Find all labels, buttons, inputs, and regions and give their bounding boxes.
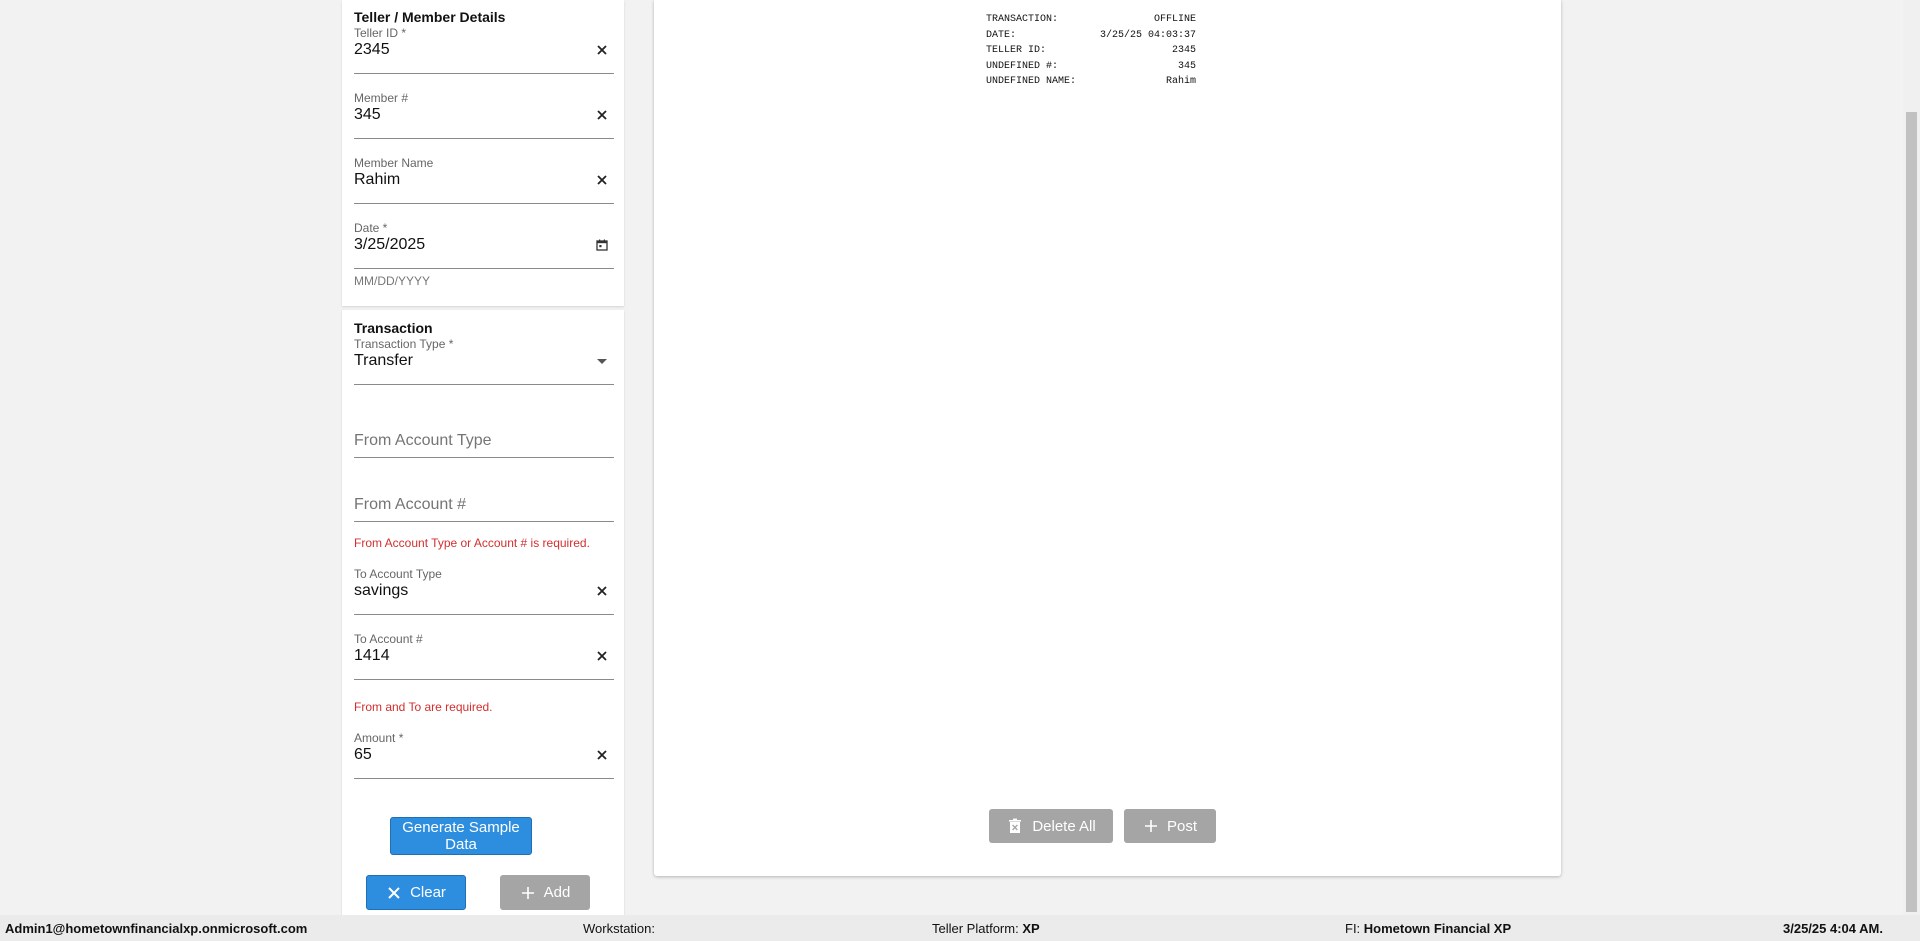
dropdown-arrow-icon[interactable] xyxy=(594,353,610,369)
delete-all-button[interactable]: Delete All xyxy=(989,809,1113,843)
clear-icon[interactable] xyxy=(594,648,610,664)
transaction-type-select[interactable]: Transaction Type * Transfer xyxy=(354,337,614,385)
clear-icon[interactable] xyxy=(594,107,610,123)
to-account-number-field[interactable]: To Account # 1414 xyxy=(354,632,614,680)
receipt-row: UNDEFINED #: 345 xyxy=(986,59,1196,75)
teller-id-label: Teller ID * xyxy=(354,26,407,40)
scrollbar-thumb[interactable] xyxy=(1906,112,1917,912)
transaction-type-label: Transaction Type * xyxy=(354,337,454,351)
delete-all-label: Delete All xyxy=(1032,817,1096,835)
receipt-text: TRANSACTION: OFFLINE DATE: 3/25/25 04:03:37… xyxy=(986,12,1196,90)
transaction-panel: Transaction Transaction Type * Transfer … xyxy=(342,310,624,915)
receipt-row-key: UNDEFINED NAME: xyxy=(986,76,1077,87)
receipt-row-value: 345 xyxy=(1177,60,1196,72)
amount-value[interactable]: 65 xyxy=(354,746,372,764)
receipt-row-key: TELLER ID: xyxy=(986,45,1047,56)
date-value[interactable]: 3/25/2025 xyxy=(354,236,425,254)
receipt-row: DATE: 3/25/25 04:03:37 xyxy=(986,28,1196,44)
from-account-type-placeholder[interactable]: From Account Type xyxy=(354,432,492,450)
from-account-number-placeholder[interactable]: From Account # xyxy=(354,496,466,514)
to-account-number-value[interactable]: 1414 xyxy=(354,647,390,665)
field-underline xyxy=(354,268,614,269)
member-number-field[interactable]: Member # 345 xyxy=(354,91,614,139)
receipt-row-value: OFFLINE xyxy=(1153,14,1196,25)
receipt-preview-panel: TRANSACTION: OFFLINE DATE: 3/25/25 04:03:37… xyxy=(654,0,1561,876)
clear-button[interactable]: Clear xyxy=(366,875,466,910)
amount-label: Amount * xyxy=(354,731,404,745)
clear-icon[interactable] xyxy=(594,747,610,763)
status-fi: FI: Hometown Financial XP xyxy=(1345,921,1511,936)
from-account-type-field[interactable]: From Account Type xyxy=(354,410,614,458)
member-name-field[interactable]: Member Name Rahim xyxy=(354,156,614,204)
close-icon xyxy=(388,886,400,899)
field-underline xyxy=(354,203,614,204)
date-label: Date * xyxy=(354,221,388,235)
status-user: Admin1@hometownfinancialxp.onmicrosoft.c… xyxy=(5,921,308,936)
receipt-row-key: UNDEFINED #: xyxy=(986,60,1059,72)
field-underline xyxy=(354,521,614,522)
status-fi-label: FI: xyxy=(1345,921,1361,936)
member-number-value[interactable]: 345 xyxy=(354,106,381,124)
teller-member-details-panel: Teller / Member Details Teller ID * 2345… xyxy=(342,0,624,306)
field-underline xyxy=(354,679,614,680)
member-name-label: Member Name xyxy=(354,156,434,170)
field-underline xyxy=(354,457,614,458)
status-platform-value: XP xyxy=(1022,921,1040,936)
receipt-row: TELLER ID: 2345 xyxy=(986,43,1196,59)
generate-sample-data-button[interactable]: Generate Sample Data xyxy=(390,817,532,855)
date-format-helper: MM/DD/YYYY xyxy=(354,274,431,288)
delete-icon xyxy=(1009,818,1022,833)
transaction-type-value[interactable]: Transfer xyxy=(354,352,413,370)
post-label: Post xyxy=(1166,817,1197,835)
teller-id-value[interactable]: 2345 xyxy=(354,41,390,59)
to-account-type-field[interactable]: To Account Type savings xyxy=(354,567,614,615)
calendar-icon[interactable] xyxy=(594,237,610,253)
plus-icon xyxy=(521,886,534,899)
clear-button-label: Clear xyxy=(410,884,446,901)
clear-icon[interactable] xyxy=(594,172,610,188)
receipt-row-value: 3/25/25 04:03:37 xyxy=(1099,29,1196,41)
to-account-type-value[interactable]: savings xyxy=(354,582,408,600)
receipt-row-value: 2345 xyxy=(1171,45,1196,56)
date-field[interactable]: Date * 3/25/2025 xyxy=(354,221,614,269)
receipt-row: UNDEFINED NAME: Rahim xyxy=(986,74,1196,90)
status-bar: Admin1@hometownfinancialxp.onmicrosoft.c… xyxy=(0,915,1920,941)
from-account-error: From Account Type or Account # is requir… xyxy=(354,536,590,550)
clear-icon[interactable] xyxy=(594,583,610,599)
status-platform: Teller Platform: XP xyxy=(932,921,1040,936)
amount-field[interactable]: Amount * 65 xyxy=(354,731,614,779)
clear-icon[interactable] xyxy=(594,42,610,58)
field-underline xyxy=(354,384,614,385)
to-account-error: From and To are required. xyxy=(354,700,493,714)
receipt-row-key: DATE: xyxy=(986,29,1017,41)
status-workstation-label: Workstation: xyxy=(583,921,656,936)
field-underline xyxy=(354,73,614,74)
member-number-label: Member # xyxy=(354,91,409,105)
vertical-scrollbar[interactable] xyxy=(1903,0,1920,915)
post-button[interactable]: Post xyxy=(1124,809,1216,843)
add-button-label: Add xyxy=(543,884,571,901)
field-underline xyxy=(354,138,614,139)
status-datetime: 3/25/25 4:04 AM. xyxy=(1783,921,1883,936)
to-account-number-label: To Account # xyxy=(354,632,423,646)
status-fi-value: Hometown Financial XP xyxy=(1363,921,1512,936)
status-platform-label: Teller Platform: xyxy=(932,921,1019,936)
member-name-value[interactable]: Rahim xyxy=(354,171,400,189)
field-underline xyxy=(354,778,614,779)
details-section-title: Teller / Member Details xyxy=(354,9,506,25)
field-underline xyxy=(354,614,614,615)
from-account-number-field[interactable]: From Account # xyxy=(354,474,614,522)
teller-id-field[interactable]: Teller ID * 2345 xyxy=(354,26,614,74)
receipt-row-key: TRANSACTION: xyxy=(986,14,1059,25)
transaction-section-title: Transaction xyxy=(354,320,433,336)
receipt-row-value: Rahim xyxy=(1165,76,1196,87)
to-account-type-label: To Account Type xyxy=(354,567,442,581)
receipt-row: TRANSACTION: OFFLINE xyxy=(986,12,1196,28)
plus-icon xyxy=(1144,820,1157,832)
add-button[interactable]: Add xyxy=(500,875,590,910)
